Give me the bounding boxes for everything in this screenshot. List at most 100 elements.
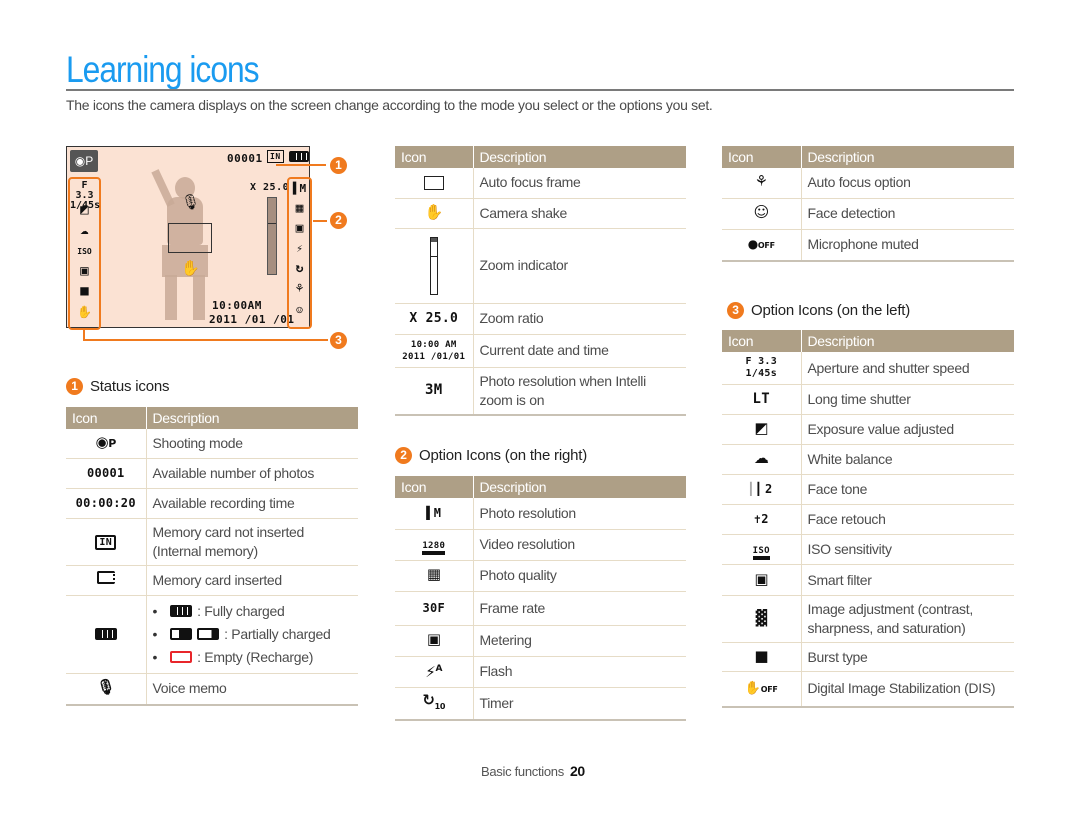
row-description: Face retouch [801,504,1014,535]
af-frame [168,223,212,253]
white-balance-icon: ☁ [753,449,769,467]
row-description: Timer [473,687,686,721]
exposure-icon: ◩ [754,419,769,437]
table-row: ✋ Camera shake [395,198,686,229]
face-tone-icon: ▎▎2 [749,482,773,496]
table-row: ▣ Metering [395,625,686,657]
photo-quality-icon: ▦ [426,565,441,583]
af-frame-icon [423,175,444,190]
camera-shake-icon: ✋ [181,259,200,277]
table-row: X 25.0 Zoom ratio [395,303,686,335]
col-description: Description [801,330,1014,352]
row-description: Frame rate [473,591,686,626]
battery-empty-icon [170,651,193,663]
col-description: Description [473,476,686,498]
section-title: Status icons [90,378,170,395]
table-row: ☁ White balance [722,444,1014,475]
row-description: Metering [473,625,686,657]
microphone-muted-icon: ●OFF [747,237,775,252]
battery-empty-item: : Empty (Recharge) [153,646,353,669]
metering-icon: ▣ [295,221,304,236]
row-description: Zoom indicator [473,228,686,304]
table-row: Auto focus frame [395,168,686,199]
col-description: Description [473,146,686,168]
callout-line-1 [276,164,326,166]
row-description: Photo resolution when Intelli zoom is on [473,367,686,416]
callout-line-2 [313,220,327,222]
row-description: Shooting mode [146,429,358,459]
table-row: 1280 Video resolution [395,529,686,561]
row-description: Auto focus frame [473,168,686,199]
callout-line-3b [83,339,328,341]
battery-full-item: : Fully charged [153,600,353,623]
iso-icon: ISO [77,247,92,256]
row-description: Burst type [801,642,1014,672]
row-description: Flash [473,656,686,688]
general-icons-table: Icon Description Auto focus frame ✋ Camera… [395,146,686,416]
face-retouch-icon: ✝2 [753,512,769,526]
battery-full-icon [170,605,193,617]
row-description: Zoom ratio [473,303,686,335]
subject-arm [151,169,175,207]
subject-leg [165,275,177,320]
row-description: Exposure value adjusted [801,414,1014,445]
date-time-icon: 10:00 AM 2011 /01/01 [402,339,466,362]
zoom-indicator-icon [429,236,438,295]
left-option-icons-table: Icon Description F 3.3 1/45s Aperture and s… [722,330,1014,708]
intelli-zoom-resolution-icon: 3M [425,382,443,398]
table-row: ⚡A Flash [395,656,686,688]
internal-memory-icon: IN [267,150,284,163]
table-row: ▌M Photo resolution [395,498,686,530]
camera-program-icon: ◉P [95,432,117,451]
row-description: Available recording time [146,488,358,519]
table-row: 00001 Available number of photos [66,458,358,489]
table-row: IN Memory card not inserted (Internal mem… [66,518,358,566]
battery-half-icon [170,628,193,640]
macro-icon: ⚘ [295,281,304,296]
section-badge: 2 [395,447,412,464]
exposure-icon: ◩ [80,202,89,218]
table-row: LT Long time shutter [722,384,1014,415]
table-row: ISO ISO sensitivity [722,534,1014,565]
intro-text: The icons the camera displays on the scr… [66,97,713,113]
smart-filter-icon: ▣ [754,569,769,588]
table-row: 30F Frame rate [395,591,686,626]
video-resolution-icon: 1280 [422,541,446,555]
section-badge: 1 [66,378,83,395]
left-icons-strip: F 3.3 1/45s ◩ ☁ ISO ▣ ■ ✋ [68,177,101,330]
col-icon: Icon [395,146,474,168]
metering-icon: ▣ [426,630,441,648]
row-description: Available number of photos [146,458,358,489]
row-description: Auto focus option [801,168,1014,199]
table-row: 00:00:20 Available recording time [66,488,358,519]
table-row: ↻10 Timer [395,687,686,721]
table-row: ▓ Image adjustment (contrast, sharpness, … [722,595,1014,643]
table-row: 10:00 AM 2011 /01/01 Current date and time [395,334,686,368]
table-row: ▦ Photo quality [395,560,686,592]
status-icons-table: Icon Description ◉P Shooting mode 00001 Ava… [66,407,358,706]
col-icon: Icon [722,146,802,168]
photo-quality-icon: ▦ [295,201,304,216]
row-description: Face detection [801,198,1014,230]
left-option-icons-heading: 3 Option Icons (on the left) [727,302,910,319]
row-description: Photo resolution [473,498,686,530]
photo-count-icon: 00001 [86,465,125,480]
frame-rate-icon: 30F [422,600,446,615]
camera-screen-illustration: ◉P 00001 IN X 25.0 🎙 ✋ 10:00AM 2011 /01 … [66,146,312,330]
row-description: Memory card inserted [146,565,358,596]
photo-resolution-icon: ▌M [292,182,307,195]
battery-full-icon [289,151,309,162]
col-icon: Icon [722,330,802,352]
row-description: Memory card not inserted (Internal memor… [146,518,358,566]
footer-section: Basic functions [481,764,564,779]
page-number: 20 [569,763,585,779]
zoom-indicator [267,197,277,275]
row-description: Face tone [801,474,1014,505]
dis-off-icon: ✋OFF [744,681,778,697]
photo-count: 00001 [227,152,263,165]
row-description: Digital Image Stabilization (DIS) [801,671,1014,708]
battery-partial-item: : Partially charged [153,623,353,646]
memory-card-icon [96,570,115,584]
table-row: ■ Burst type [722,642,1014,672]
internal-memory-icon: IN [95,535,117,550]
